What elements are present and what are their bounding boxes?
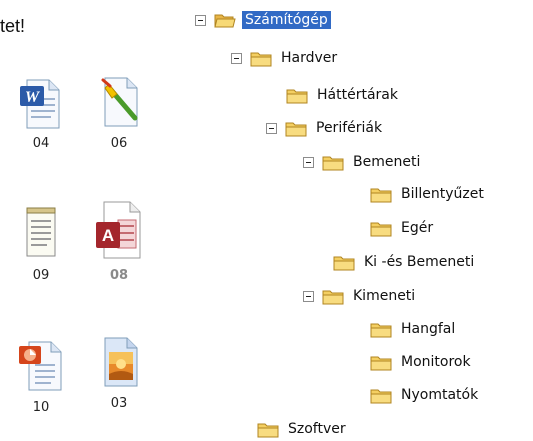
svg-text:W: W (25, 89, 41, 106)
collapse-icon[interactable] (231, 52, 242, 64)
file-item-10[interactable]: 10 (6, 338, 76, 415)
folder-icon (257, 423, 279, 437)
tree-item-hattertarak[interactable]: Háttértárak (286, 84, 401, 106)
folder-icon (322, 290, 344, 304)
notepad-icon (26, 207, 56, 257)
image-file-icon (104, 337, 138, 387)
folder-icon (370, 222, 392, 236)
file-caption: 04 (32, 136, 50, 151)
tree-item-kimeneti[interactable]: Kimeneti (303, 285, 418, 307)
folder-icon (286, 89, 308, 103)
tree-item-label: Szoftver (288, 421, 346, 437)
tree-item-hangfal[interactable]: Hangfal (370, 318, 458, 340)
tree-item-label: Hangfal (401, 321, 456, 337)
tree-item-label: Bemeneti (353, 154, 421, 170)
collapse-icon[interactable] (303, 156, 314, 168)
folder-icon (250, 52, 272, 66)
collapse-icon[interactable] (303, 290, 314, 302)
svg-text:A: A (102, 226, 114, 245)
tree-item-billentyuzet[interactable]: Billentyűzet (370, 183, 487, 205)
collapse-icon[interactable] (266, 122, 277, 134)
tree-item-monitorok[interactable]: Monitorok (370, 351, 474, 373)
file-caption: 10 (32, 400, 50, 415)
folder-icon (322, 156, 344, 170)
file-item-06[interactable]: 06 (84, 74, 154, 151)
file-caption: 09 (32, 268, 50, 283)
word-document-icon: W (20, 79, 60, 129)
file-item-09[interactable]: 09 (6, 204, 76, 283)
tree-item-label: Hardver (281, 50, 338, 66)
folder-icon (370, 389, 392, 403)
tree-item-label: Nyomtatók (401, 387, 479, 403)
paint-brush-icon (101, 77, 138, 127)
folder-icon (333, 256, 355, 270)
tree-item-periferiak[interactable]: Perifériák (266, 117, 385, 139)
tree-item-szamitogep[interactable]: Számítógép (195, 9, 331, 31)
tree-item-ki-es-bemeneti[interactable]: Ki -és Bemeneti (333, 251, 477, 273)
tree-item-label: Kimeneti (353, 288, 416, 304)
file-item-04[interactable]: W 04 (6, 78, 76, 151)
folder-icon (370, 323, 392, 337)
folder-icon (285, 122, 307, 136)
tree-item-label: Számítógép (242, 11, 331, 29)
tree-item-bemeneti[interactable]: Bemeneti (303, 151, 423, 173)
file-caption: 06 (110, 136, 128, 151)
open-folder-icon (214, 14, 236, 27)
tree-item-label: Monitorok (401, 354, 471, 370)
collapse-icon[interactable] (195, 14, 206, 26)
access-database-icon: A (96, 201, 141, 259)
tree-item-nyomtatok[interactable]: Nyomtatók (370, 384, 481, 406)
file-item-08[interactable]: A 08 (84, 198, 154, 283)
powerpoint-icon (19, 341, 62, 391)
tree-item-szoftver[interactable]: Szoftver (257, 418, 349, 440)
folder-icon (370, 188, 392, 202)
file-caption: 08 (109, 268, 129, 283)
folder-icon (370, 356, 392, 370)
tree-item-label: Perifériák (316, 120, 383, 136)
intro-text: tet! (0, 16, 26, 36)
file-item-03[interactable]: 03 (84, 334, 154, 411)
tree-item-label: Billentyűzet (401, 186, 484, 202)
tree-item-label: Háttértárak (317, 87, 398, 103)
tree-item-label: Egér (401, 220, 434, 236)
tree-item-eger[interactable]: Egér (370, 217, 436, 239)
tree-item-hardver[interactable]: Hardver (231, 47, 340, 69)
file-caption: 03 (110, 396, 128, 411)
tree-item-label: Ki -és Bemeneti (364, 254, 475, 270)
